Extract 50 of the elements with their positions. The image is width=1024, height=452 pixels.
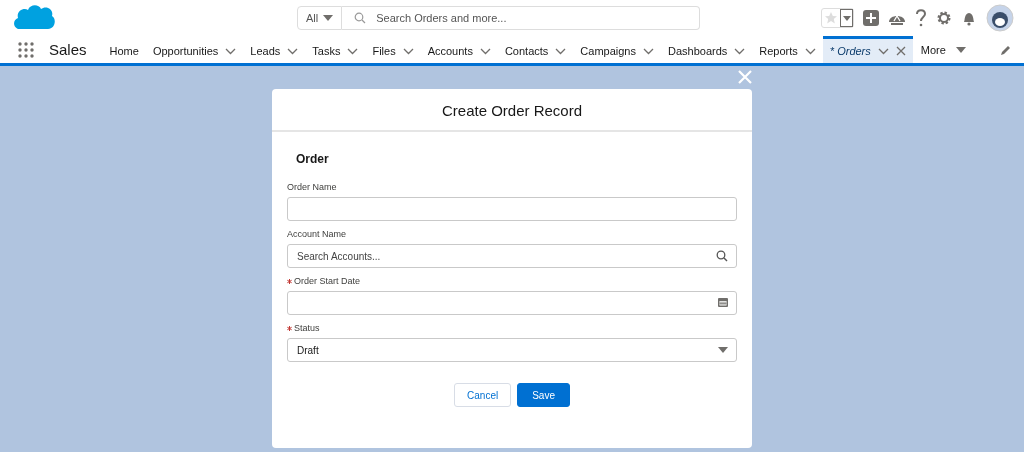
chevron-down-icon[interactable] xyxy=(734,47,746,55)
chevron-down-icon[interactable] xyxy=(877,47,889,55)
field-label: Order Name xyxy=(287,182,337,192)
edit-icon[interactable] xyxy=(1000,43,1012,56)
status-dropdown[interactable]: Draft xyxy=(287,338,737,362)
input-field[interactable] xyxy=(287,197,737,221)
more-tabs-button[interactable]: More xyxy=(912,43,974,56)
chevron-down-icon[interactable] xyxy=(402,47,414,55)
nav-tab[interactable]: Reports xyxy=(752,36,823,63)
notifications-icon[interactable] xyxy=(961,10,977,26)
app-name: Sales xyxy=(49,41,87,58)
help-icon[interactable] xyxy=(915,9,927,27)
nav-tab[interactable]: Leads xyxy=(243,36,306,63)
search-field[interactable]: Search Orders and more... xyxy=(342,6,701,30)
calendar-icon[interactable] xyxy=(718,297,728,307)
chevron-down-icon[interactable] xyxy=(642,47,654,55)
nav-tab[interactable]: Campaigns xyxy=(573,36,661,63)
chevron-down-icon[interactable] xyxy=(555,47,567,55)
chevron-down-icon[interactable] xyxy=(225,47,237,55)
favorites-dropdown[interactable] xyxy=(840,9,853,27)
nav-tab[interactable]: Opportunities xyxy=(145,36,244,63)
date-field[interactable] xyxy=(287,291,737,315)
cancel-button[interactable]: Cancel xyxy=(454,383,512,407)
save-button[interactable]: Save xyxy=(517,383,570,407)
modal-title: Create Order Record xyxy=(272,89,752,132)
field-label: Status xyxy=(294,323,320,333)
star-icon[interactable] xyxy=(824,11,838,25)
nav-tab[interactable]: Home xyxy=(102,36,146,63)
lookup-field[interactable]: Search Accounts... xyxy=(287,244,737,268)
add-icon[interactable] xyxy=(863,10,879,26)
settings-icon[interactable] xyxy=(936,10,952,26)
search-icon xyxy=(354,12,367,24)
app-launcher-icon[interactable] xyxy=(18,41,34,58)
nav-tab[interactable]: * Orders xyxy=(822,36,913,63)
avatar-icon[interactable] xyxy=(986,4,1014,32)
chevron-down-icon[interactable] xyxy=(347,47,359,55)
chevron-down-icon[interactable] xyxy=(479,47,491,55)
field-label: Account Name xyxy=(287,229,347,239)
nav-tab[interactable]: Accounts xyxy=(420,36,498,63)
chevron-down-icon[interactable] xyxy=(804,47,816,55)
nav-tab[interactable]: Files xyxy=(365,36,421,63)
section-heading: Order xyxy=(296,152,330,166)
close-icon[interactable] xyxy=(895,46,906,56)
search-icon xyxy=(716,250,728,262)
chevron-down-icon[interactable] xyxy=(287,47,299,55)
field-label: Order Start Date xyxy=(294,276,361,286)
nav-tab[interactable]: Dashboards xyxy=(660,36,753,63)
nav-tab[interactable]: Contacts xyxy=(497,36,574,63)
search-scope-dropdown[interactable]: All xyxy=(297,6,343,30)
nav-tab[interactable]: Tasks xyxy=(305,36,366,63)
